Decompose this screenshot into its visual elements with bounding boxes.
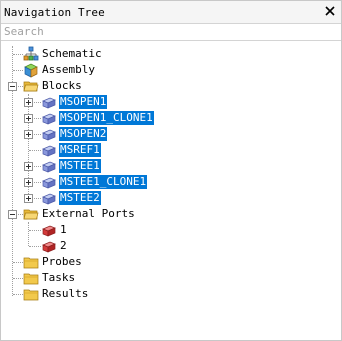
tree-item-blocks[interactable]: Blocks — [23, 78, 83, 94]
navigation-tree-panel: Navigation Tree Search Schematic Assembl… — [0, 0, 342, 341]
tree-item-external-ports[interactable]: External Ports — [23, 206, 136, 222]
port-label: 2 — [60, 239, 67, 252]
panel-title: Navigation Tree — [4, 5, 105, 19]
block-icon — [42, 97, 56, 109]
port-item[interactable]: 2 — [41, 238, 68, 254]
tree-item-label: Schematic — [42, 47, 102, 60]
block-item[interactable]: MSTEE2 — [41, 190, 101, 206]
block-label: MSOPEN2 — [59, 127, 108, 141]
block-icon — [42, 113, 56, 125]
expand-toggle-block[interactable] — [24, 178, 33, 187]
port-icon — [42, 225, 56, 237]
expand-toggle-block[interactable] — [24, 98, 33, 107]
panel-title-bar: Navigation Tree — [1, 1, 341, 23]
block-item[interactable]: MSTEE1 — [41, 158, 101, 174]
search-input[interactable] — [1, 24, 337, 39]
collapse-toggle-blocks[interactable] — [8, 82, 17, 91]
schematic-icon — [23, 46, 39, 61]
port-icon — [42, 241, 56, 253]
block-icon — [42, 129, 56, 141]
block-icon — [42, 145, 56, 157]
tree-item-label: Blocks — [42, 79, 82, 92]
tree-item-label: Assembly — [42, 63, 95, 76]
tree-item-assembly[interactable]: Assembly — [23, 62, 96, 78]
block-icon — [42, 161, 56, 173]
block-label: MSTEE1 — [59, 159, 101, 173]
search-row — [1, 23, 341, 41]
tree-item-probes[interactable]: Probes — [23, 254, 83, 270]
tree-item-label: External Ports — [42, 207, 135, 220]
collapse-toggle-external-ports[interactable] — [8, 210, 17, 219]
block-item[interactable]: MSREF1 — [41, 142, 101, 158]
block-icon — [42, 193, 56, 205]
port-label: 1 — [60, 223, 67, 236]
tree-item-tasks[interactable]: Tasks — [23, 270, 76, 286]
folder-icon — [23, 273, 39, 285]
close-icon — [325, 6, 335, 16]
folder-icon — [23, 289, 39, 301]
folder-open-icon — [23, 209, 39, 220]
block-item[interactable]: MSOPEN1_CLONE1 — [41, 110, 154, 126]
close-button[interactable] — [323, 4, 337, 18]
block-icon — [42, 177, 56, 189]
port-item[interactable]: 1 — [41, 222, 68, 238]
block-item[interactable]: MSTEE1_CLONE1 — [41, 174, 148, 190]
tree-item-schematic[interactable]: Schematic — [23, 46, 103, 62]
block-label: MSTEE2 — [59, 191, 101, 205]
assembly-icon — [24, 63, 38, 78]
block-item[interactable]: MSOPEN1 — [41, 94, 108, 110]
tree-view: Schematic Assembly Blocks MSOPEN1 MSOPEN… — [1, 41, 341, 341]
tree-item-label: Results — [42, 287, 89, 300]
expand-toggle-block[interactable] — [24, 194, 33, 203]
folder-open-icon — [23, 81, 39, 92]
folder-icon — [23, 257, 39, 269]
block-label: MSOPEN1 — [59, 95, 108, 109]
block-label: MSREF1 — [59, 143, 101, 157]
tree-item-results[interactable]: Results — [23, 286, 89, 302]
tree-item-label: Probes — [42, 255, 82, 268]
tree-item-label: Tasks — [42, 271, 76, 284]
expand-toggle-block[interactable] — [24, 130, 33, 139]
expand-toggle-block[interactable] — [24, 162, 33, 171]
expand-toggle-block[interactable] — [24, 114, 33, 123]
block-label: MSOPEN1_CLONE1 — [59, 111, 154, 125]
block-item[interactable]: MSOPEN2 — [41, 126, 108, 142]
block-label: MSTEE1_CLONE1 — [59, 175, 148, 189]
